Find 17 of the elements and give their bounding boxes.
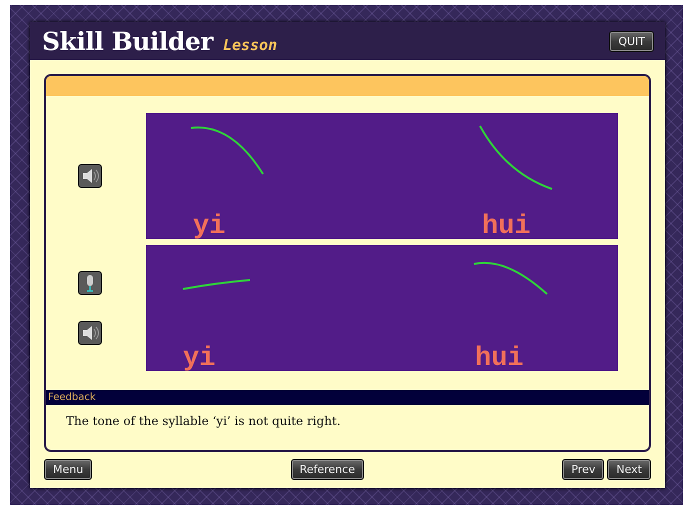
app-title: Skill Builder [42, 26, 213, 56]
speaker-button[interactable] [78, 321, 102, 345]
syllable-label: hui [475, 344, 524, 371]
reference-button[interactable]: Reference [290, 459, 364, 480]
microphone-button[interactable] [78, 271, 102, 295]
feedback-text: The tone of the syllable ‘yi’ is not quite right. [65, 413, 342, 428]
speaker-button[interactable] [78, 164, 102, 188]
prev-button[interactable]: Prev [562, 459, 604, 480]
syllable-label: yi [183, 344, 216, 371]
app-subtitle: Lesson [222, 36, 278, 54]
syllable-label: hui [482, 212, 531, 239]
syllable-label: yi [193, 212, 226, 239]
quit-button[interactable]: QUIT [609, 31, 654, 52]
menu-button[interactable]: Menu [44, 459, 92, 480]
pitch-curve [182, 279, 250, 290]
next-button[interactable]: Next [607, 459, 651, 480]
feedback-bar: Feedback [46, 390, 649, 405]
